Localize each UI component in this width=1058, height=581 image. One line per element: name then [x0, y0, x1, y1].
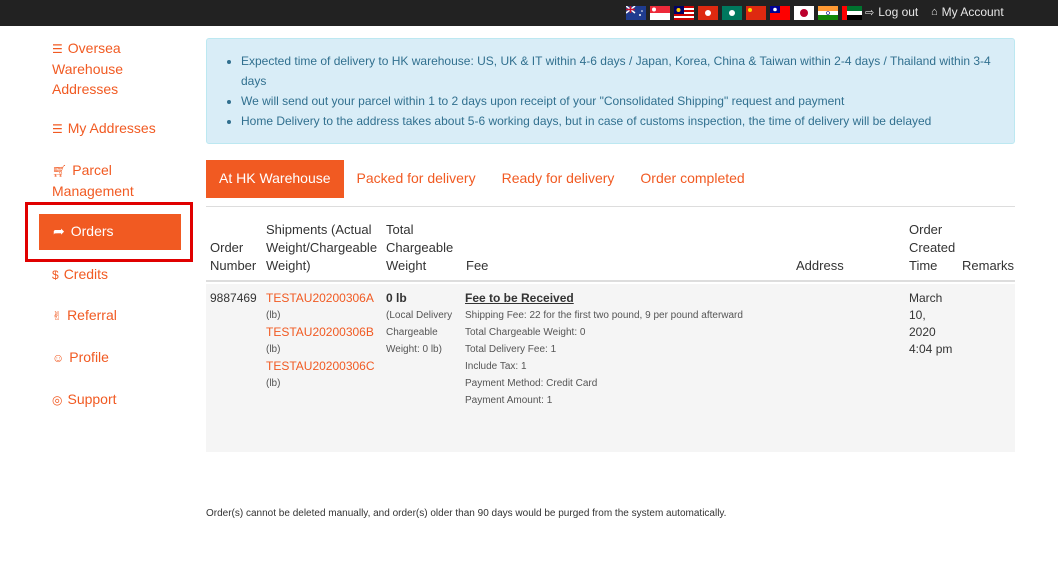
shipment-unit: (lb)	[266, 344, 281, 355]
fee-to-be-received-link[interactable]: Fee to be Received	[465, 290, 795, 307]
malaysia-flag[interactable]	[674, 6, 694, 20]
notice-line: Home Delivery to the address takes about…	[241, 111, 998, 131]
sidebar-item-parcel-management[interactable]: 🛒︎ Parcel Management	[52, 160, 152, 201]
hongkong-flag[interactable]	[698, 6, 718, 20]
header-total-weight: Total Chargeable Weight	[386, 222, 454, 273]
local-weight-note: (Local Delivery Chargeable Weight: 0 lb)	[386, 310, 453, 355]
header-remarks: Remarks	[962, 258, 1015, 273]
highlight-box	[25, 202, 193, 262]
order-number-cell: 9887469	[210, 291, 257, 305]
taiwan-flag[interactable]	[770, 6, 790, 20]
cart-icon: 🛒︎	[52, 164, 68, 178]
sidebar-item-referral[interactable]: ✌ Referral	[52, 305, 117, 326]
top-navbar: ⇨ Log out ⌂ My Account	[0, 0, 1058, 26]
shipment-link[interactable]: TESTAU20200306B	[266, 324, 381, 341]
header-order-number: Order Number	[210, 240, 257, 273]
sidebar-item-profile[interactable]: ☺ Profile	[52, 347, 109, 368]
sidebar-item-credits[interactable]: $ Credits	[52, 264, 108, 285]
list-icon: ☰	[52, 42, 63, 56]
delivery-notice: Expected time of delivery to HK warehous…	[206, 38, 1015, 144]
sidebar-item-oversea-warehouse[interactable]: ☰ Oversea Warehouse Addresses	[52, 38, 162, 99]
japan-flag[interactable]	[794, 6, 814, 20]
header-created-time: Order Created Time	[909, 222, 956, 273]
tab-order-completed[interactable]: Order completed	[627, 160, 757, 198]
purge-policy-note: Order(s) cannot be deleted manually, and…	[206, 508, 727, 519]
logout-label: Log out	[878, 5, 919, 19]
fee-line: Total Delivery Fee: 1	[465, 344, 557, 355]
header-fee: Fee	[466, 258, 489, 273]
fee-line: Include Tax: 1	[465, 361, 527, 372]
language-flags	[626, 6, 862, 20]
fee-line: Payment Amount: 1	[465, 395, 553, 406]
header-address: Address	[796, 258, 844, 273]
uae-flag[interactable]	[842, 6, 862, 20]
tab-packed-for-delivery[interactable]: Packed for delivery	[344, 160, 489, 198]
header-shipments: Shipments (Actual Weight/Chargeable Weig…	[266, 222, 378, 273]
shipment-link[interactable]: TESTAU20200306A	[266, 290, 381, 307]
shipment-unit: (lb)	[266, 378, 281, 389]
lifebuoy-icon: ◎	[52, 393, 63, 407]
china-flag[interactable]	[746, 6, 766, 20]
thumbs-up-icon: ✌	[52, 309, 63, 323]
india-flag[interactable]	[818, 6, 838, 20]
total-weight-value: 0 lb	[386, 291, 407, 305]
logout-icon: ⇨	[865, 6, 875, 19]
sidebar-item-label: Referral	[67, 307, 117, 323]
tab-ready-for-delivery[interactable]: Ready for delivery	[489, 160, 628, 198]
table-row: 9887469 TESTAU20200306A (lb) TESTAU20200…	[206, 284, 1015, 452]
sidebar-item-label: Profile	[69, 349, 109, 365]
shipment-link[interactable]: TESTAU20200306C	[266, 358, 381, 375]
user-icon: ☺	[52, 351, 65, 365]
my-account-link[interactable]: ⌂ My Account	[931, 5, 1004, 19]
sidebar-item-my-addresses[interactable]: ☰ My Addresses	[52, 118, 156, 139]
macau-flag[interactable]	[722, 6, 742, 20]
sidebar-item-label: Credits	[63, 266, 109, 282]
sidebar-item-support[interactable]: ◎ Support	[52, 389, 117, 410]
notice-line: We will send out your parcel within 1 to…	[241, 91, 998, 111]
my-account-label: My Account	[941, 5, 1004, 19]
fee-line: Payment Method: Credit Card	[465, 378, 598, 389]
notice-line: Expected time of delivery to HK warehous…	[241, 51, 998, 91]
tab-at-hk-warehouse[interactable]: At HK Warehouse	[206, 160, 344, 198]
dollar-icon: $	[52, 268, 59, 282]
singapore-flag[interactable]	[650, 6, 670, 20]
sidebar-item-label: Support	[67, 391, 117, 407]
list-icon: ☰	[52, 122, 63, 136]
shipment-unit: (lb)	[266, 310, 281, 321]
created-time-cell: March 10, 2020 4:04 pm	[909, 291, 953, 356]
home-icon: ⌂	[931, 6, 938, 18]
logout-link[interactable]: ⇨ Log out	[865, 5, 918, 19]
fee-cell: Fee to be Received Shipping Fee: 22 for …	[465, 290, 795, 409]
total-weight-cell: 0 lb (Local Delivery Chargeable Weight: …	[386, 290, 460, 358]
sidebar-item-label: My Addresses	[67, 120, 156, 136]
order-status-tabs: At HK Warehouse Packed for delivery Read…	[206, 160, 758, 198]
australia-flag[interactable]	[626, 6, 646, 20]
fee-line: Total Chargeable Weight: 0	[465, 327, 586, 338]
fee-line: Shipping Fee: 22 for the first two pound…	[465, 310, 743, 321]
shipments-cell: TESTAU20200306A (lb) TESTAU20200306B (lb…	[266, 290, 381, 392]
table-header: Order Number Shipments (Actual Weight/Ch…	[206, 206, 1015, 282]
